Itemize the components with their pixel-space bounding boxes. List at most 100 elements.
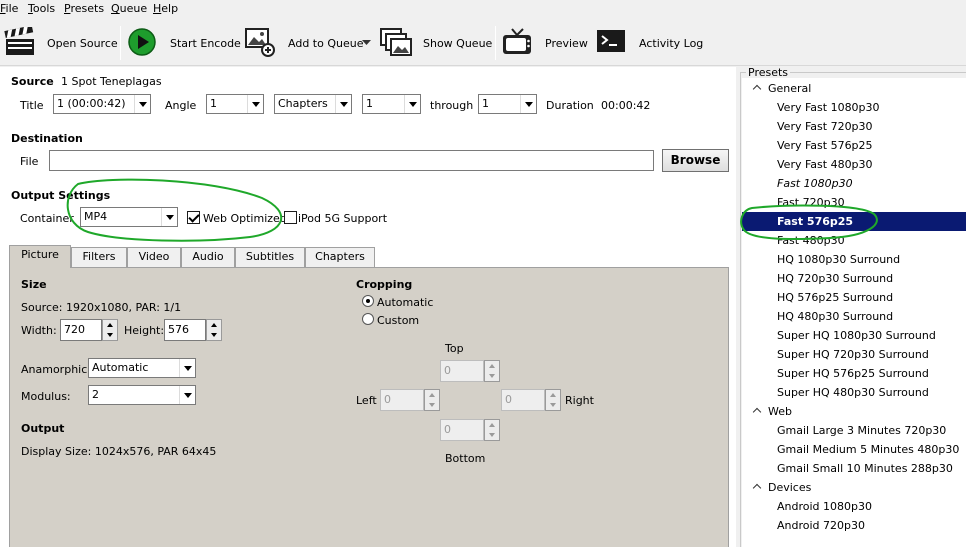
menu-tools[interactable]: Tools	[28, 2, 55, 15]
menu-help[interactable]: Help	[153, 2, 178, 15]
chevron-up-icon[interactable]	[752, 83, 763, 94]
web-optimized-checkbox[interactable]	[187, 211, 200, 224]
preset-item-label: Fast 1080p30	[777, 177, 853, 190]
title-select[interactable]: 1 (00:00:42)	[53, 94, 151, 114]
crop-left-spinner[interactable]	[424, 389, 440, 411]
menu-file[interactable]: File	[0, 2, 18, 15]
container-label: Container	[20, 212, 74, 225]
anamorphic-label: Anamorphic:	[21, 363, 91, 376]
preset-item[interactable]: Gmail Small 10 Minutes 288p30	[742, 459, 966, 478]
preset-group-devices[interactable]: Devices	[742, 478, 966, 497]
modulus-select[interactable]: 2	[88, 385, 196, 405]
crop-top-spinner[interactable]	[484, 360, 500, 382]
cropping-heading: Cropping	[356, 278, 413, 291]
preset-item[interactable]: Android 720p30	[742, 516, 966, 535]
range-mode-value: Chapters	[278, 97, 328, 110]
preset-item[interactable]: HQ 1080p30 Surround	[742, 250, 966, 269]
width-input[interactable]: 720	[60, 319, 102, 341]
chevron-up-icon[interactable]	[752, 406, 763, 417]
chevron-down-icon	[520, 95, 536, 113]
terminal-icon[interactable]	[596, 27, 628, 57]
tv-icon[interactable]	[501, 27, 533, 57]
preset-group-label: Web	[768, 405, 792, 418]
size-heading: Size	[21, 278, 47, 291]
range-start-value: 1	[366, 97, 373, 110]
source-name: 1 Spot Teneplagas	[61, 75, 162, 88]
range-end-select[interactable]: 1	[478, 94, 537, 114]
activity-log-button[interactable]: Activity Log	[639, 37, 703, 50]
start-encode-button[interactable]: Start Encode	[170, 37, 241, 50]
range-mode-select[interactable]: Chapters	[274, 94, 352, 114]
container-select[interactable]: MP4	[80, 207, 178, 227]
angle-select[interactable]: 1	[206, 94, 264, 114]
crop-bottom-spinner[interactable]	[484, 419, 500, 441]
preview-button[interactable]: Preview	[545, 37, 588, 50]
toolbar-separator	[495, 26, 496, 60]
preset-item-label: HQ 576p25 Surround	[777, 291, 894, 304]
menu-queue[interactable]: Queue	[111, 2, 147, 15]
tab-chapters[interactable]: Chapters	[305, 247, 375, 267]
tab-subtitles[interactable]: Subtitles	[235, 247, 305, 267]
preset-item[interactable]: Fast 480p30	[742, 231, 966, 250]
preset-item[interactable]: Fast 1080p30	[742, 174, 966, 193]
preset-item[interactable]: HQ 480p30 Surround	[742, 307, 966, 326]
add-to-queue-icon[interactable]	[244, 27, 276, 57]
preset-item-label: Gmail Medium 5 Minutes 480p30	[777, 443, 960, 456]
chevron-up-icon[interactable]	[752, 482, 763, 493]
browse-button[interactable]: Browse	[662, 149, 729, 172]
anamorphic-select[interactable]: Automatic	[88, 358, 196, 378]
angle-select-value: 1	[210, 97, 217, 110]
preset-item[interactable]: Super HQ 720p30 Surround	[742, 345, 966, 364]
duration-label: Duration	[546, 99, 594, 112]
preset-item[interactable]: Gmail Medium 5 Minutes 480p30	[742, 440, 966, 459]
crop-top-input[interactable]: 0	[440, 360, 484, 382]
preset-item[interactable]: Super HQ 480p30 Surround	[742, 383, 966, 402]
preset-item[interactable]: Very Fast 480p30	[742, 155, 966, 174]
output-settings-heading: Output Settings	[11, 189, 111, 202]
width-spinner[interactable]	[102, 319, 118, 341]
crop-custom-radio[interactable]	[362, 313, 374, 325]
preset-item-label: Super HQ 576p25 Surround	[777, 367, 929, 380]
height-input[interactable]: 576	[164, 319, 206, 341]
show-queue-button[interactable]: Show Queue	[423, 37, 492, 50]
preset-item[interactable]: HQ 576p25 Surround	[742, 288, 966, 307]
tab-picture[interactable]: Picture	[9, 245, 71, 268]
preset-item[interactable]: Super HQ 1080p30 Surround	[742, 326, 966, 345]
range-start-select[interactable]: 1	[362, 94, 421, 114]
add-to-queue-button[interactable]: Add to Queue	[288, 37, 363, 50]
height-spinner[interactable]	[206, 319, 222, 341]
preset-item[interactable]: Super HQ 576p25 Surround	[742, 364, 966, 383]
through-label: through	[430, 99, 474, 112]
preset-item[interactable]: Very Fast 576p25	[742, 136, 966, 155]
crop-automatic-radio[interactable]	[362, 295, 374, 307]
preset-item[interactable]: Very Fast 1080p30	[742, 98, 966, 117]
crop-bottom-label: Bottom	[445, 452, 486, 465]
file-path-input[interactable]	[49, 150, 654, 171]
crop-right-spinner[interactable]	[545, 389, 561, 411]
open-source-button[interactable]: Open Source	[47, 37, 118, 50]
preset-item[interactable]: HQ 720p30 Surround	[742, 269, 966, 288]
crop-left-input[interactable]: 0	[380, 389, 424, 411]
preset-item-label: Very Fast 1080p30	[777, 101, 880, 114]
ipod-5g-checkbox[interactable]	[284, 211, 297, 224]
preset-group-general[interactable]: General	[742, 79, 966, 98]
clapperboard-icon[interactable]	[4, 27, 36, 57]
menu-presets[interactable]: Presets	[64, 2, 104, 15]
menu-bar: File Tools Presets Queue Help	[0, 0, 966, 18]
tab-video[interactable]: Video	[127, 247, 181, 267]
preset-item[interactable]: Fast 576p25	[742, 212, 966, 231]
tab-filters[interactable]: Filters	[71, 247, 127, 267]
preset-item[interactable]: Fast 720p30	[742, 193, 966, 212]
preset-item[interactable]: Very Fast 720p30	[742, 117, 966, 136]
chevron-down-icon[interactable]	[362, 40, 371, 46]
preset-group-web[interactable]: Web	[742, 402, 966, 421]
tab-audio[interactable]: Audio	[181, 247, 235, 267]
preset-item[interactable]: Android 1080p30	[742, 497, 966, 516]
crop-bottom-input[interactable]: 0	[440, 419, 484, 441]
presets-tree[interactable]: General Very Fast 1080p30 Very Fast 720p30…	[742, 78, 966, 547]
show-queue-icon[interactable]	[379, 27, 412, 57]
container-select-value: MP4	[84, 210, 108, 223]
preset-item[interactable]: Gmail Large 3 Minutes 720p30	[742, 421, 966, 440]
crop-right-input[interactable]: 0	[501, 389, 545, 411]
play-icon[interactable]	[127, 27, 159, 57]
